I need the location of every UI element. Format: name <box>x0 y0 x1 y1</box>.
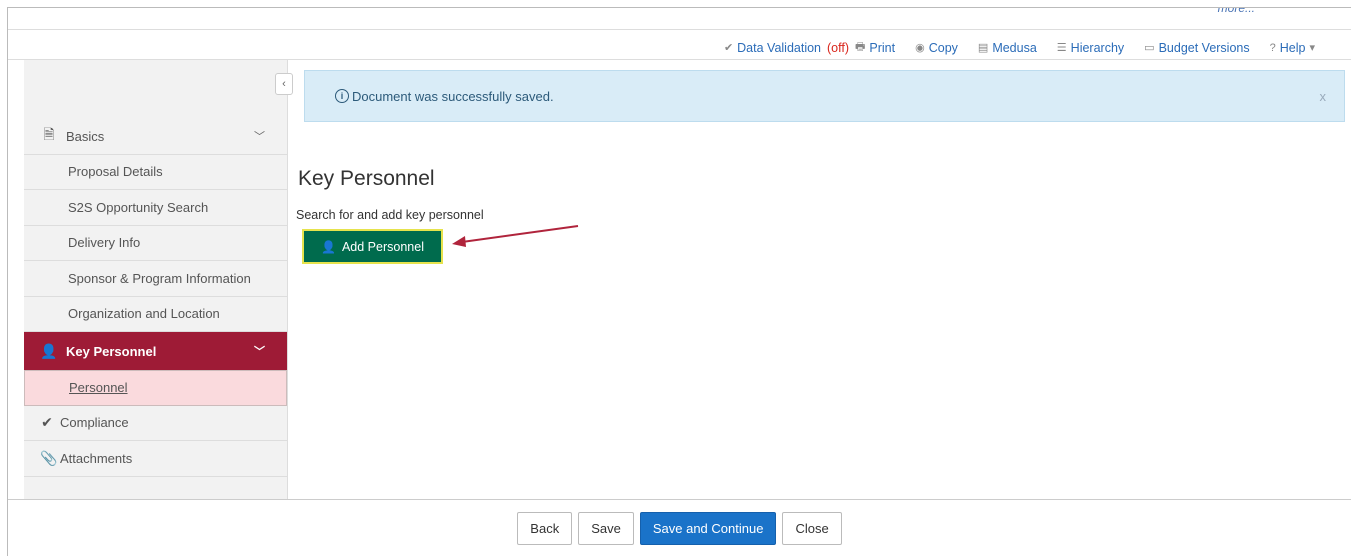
money-icon: ▭ <box>1144 42 1155 54</box>
copy-label: Copy <box>928 40 958 55</box>
sidebar-item-label: Basics <box>66 128 105 144</box>
sidebar-item-basics[interactable]: 🗎 Basics ﹀ <box>24 119 287 155</box>
person-icon: 👤 <box>321 239 336 254</box>
document-icon: 🗎 <box>43 126 55 143</box>
question-icon: ? <box>1269 41 1276 54</box>
sidebar-item-key-personnel[interactable]: 👤 Key Personnel ﹀ <box>24 332 287 370</box>
sidebar-item-label: Proposal Details <box>68 164 163 180</box>
print-label: Print <box>869 40 896 55</box>
save-and-continue-button[interactable]: Save and Continue <box>639 511 777 545</box>
close-button[interactable]: Close <box>782 511 842 545</box>
sidebar-nav: 🗎 Basics ﹀ Proposal Details S2S Opportun… <box>24 119 287 477</box>
chevron-left-icon: ‹ <box>282 78 286 90</box>
data-validation-state: (off) <box>827 40 850 55</box>
paperclip-icon: 📎 <box>40 449 58 466</box>
data-validation-button[interactable]: ✔ Data Validation (off) <box>724 41 849 55</box>
sidebar-item-compliance[interactable]: ✔ Compliance <box>24 406 287 441</box>
sidebar-item-label: Organization and Location <box>68 306 220 322</box>
more-link[interactable]: more... <box>1218 8 1255 15</box>
alert-message: Document was successfully saved. <box>352 88 554 104</box>
success-alert: i Document was successfully saved. x <box>304 70 1345 122</box>
budget-versions-label: Budget Versions <box>1158 40 1250 55</box>
hierarchy-label: Hierarchy <box>1070 40 1125 55</box>
eye-icon: ◉ <box>915 42 925 54</box>
app-frame: more... ✔ Data Validation (off) 🖶 Print … <box>7 7 1351 556</box>
sidebar-item-personnel[interactable]: Personnel <box>24 370 287 406</box>
save-button[interactable]: Save <box>578 511 634 545</box>
sidebar-item-label: Attachments <box>60 450 133 466</box>
main-content: i Document was successfully saved. x Key… <box>288 60 1351 499</box>
help-dropdown[interactable]: ? Help ▾ <box>1270 41 1315 55</box>
data-validation-label: Data Validation <box>737 40 822 55</box>
add-personnel-label: Add Personnel <box>341 239 424 254</box>
copy-button[interactable]: ◉ Copy <box>915 41 958 55</box>
sidebar-item-label: Delivery Info <box>68 235 141 251</box>
help-label: Help <box>1279 40 1306 55</box>
info-icon: i <box>335 89 349 103</box>
sidebar-item-sponsor-program[interactable]: Sponsor & Program Information <box>24 261 287 297</box>
close-icon[interactable]: x <box>1320 89 1327 104</box>
sidebar-item-label: S2S Opportunity Search <box>68 199 209 215</box>
arrow-line <box>461 225 579 243</box>
medusa-button[interactable]: ▤ Medusa <box>978 41 1037 55</box>
back-button[interactable]: Back <box>517 511 573 545</box>
budget-versions-button[interactable]: ▭ Budget Versions <box>1144 41 1249 55</box>
sidebar-item-attachments[interactable]: 📎 Attachments <box>24 441 287 477</box>
sidebar-item-label: Compliance <box>60 415 129 431</box>
annotation-arrow <box>452 225 579 247</box>
sidebar-item-organization-location[interactable]: Organization and Location <box>24 297 287 332</box>
printer-icon: 🖶 <box>855 41 866 53</box>
medusa-label: Medusa <box>992 40 1037 55</box>
document-toolbar: ✔ Data Validation (off) 🖶 Print ◉ Copy ▤… <box>8 29 1351 60</box>
medusa-icon: ▤ <box>977 42 989 54</box>
chevron-down-icon: ﹀ <box>254 131 265 144</box>
add-personnel-button[interactable]: 👤 Add Personnel <box>302 229 443 264</box>
caret-down-icon: ▾ <box>1309 42 1315 54</box>
sidebar-item-label: Personnel <box>69 380 128 396</box>
print-button[interactable]: 🖶 Print <box>855 38 895 57</box>
chevron-down-icon: ﹀ <box>254 346 265 358</box>
arrow-head <box>452 236 466 247</box>
sidebar-item-proposal-details[interactable]: Proposal Details <box>24 155 287 190</box>
hierarchy-button[interactable]: ☰ Hierarchy <box>1057 41 1124 55</box>
page-title: Key Personnel <box>298 167 435 190</box>
sidebar-item-delivery-info[interactable]: Delivery Info <box>24 226 287 261</box>
check-icon: ✔ <box>723 42 734 54</box>
person-icon: 👤 <box>40 342 58 359</box>
sidebar-item-label: Key Personnel <box>66 343 157 359</box>
sidebar-item-label: Sponsor & Program Information <box>68 270 251 286</box>
sidebar-item-s2s-opportunity-search[interactable]: S2S Opportunity Search <box>24 190 287 226</box>
check-icon: ✔ <box>41 414 53 431</box>
sidebar: ‹ 🗎 Basics ﹀ Proposal Details S2S Opport… <box>24 60 293 500</box>
hierarchy-icon: ☰ <box>1056 42 1067 54</box>
footer-actions: Back Save Save and Continue Close <box>8 499 1351 556</box>
